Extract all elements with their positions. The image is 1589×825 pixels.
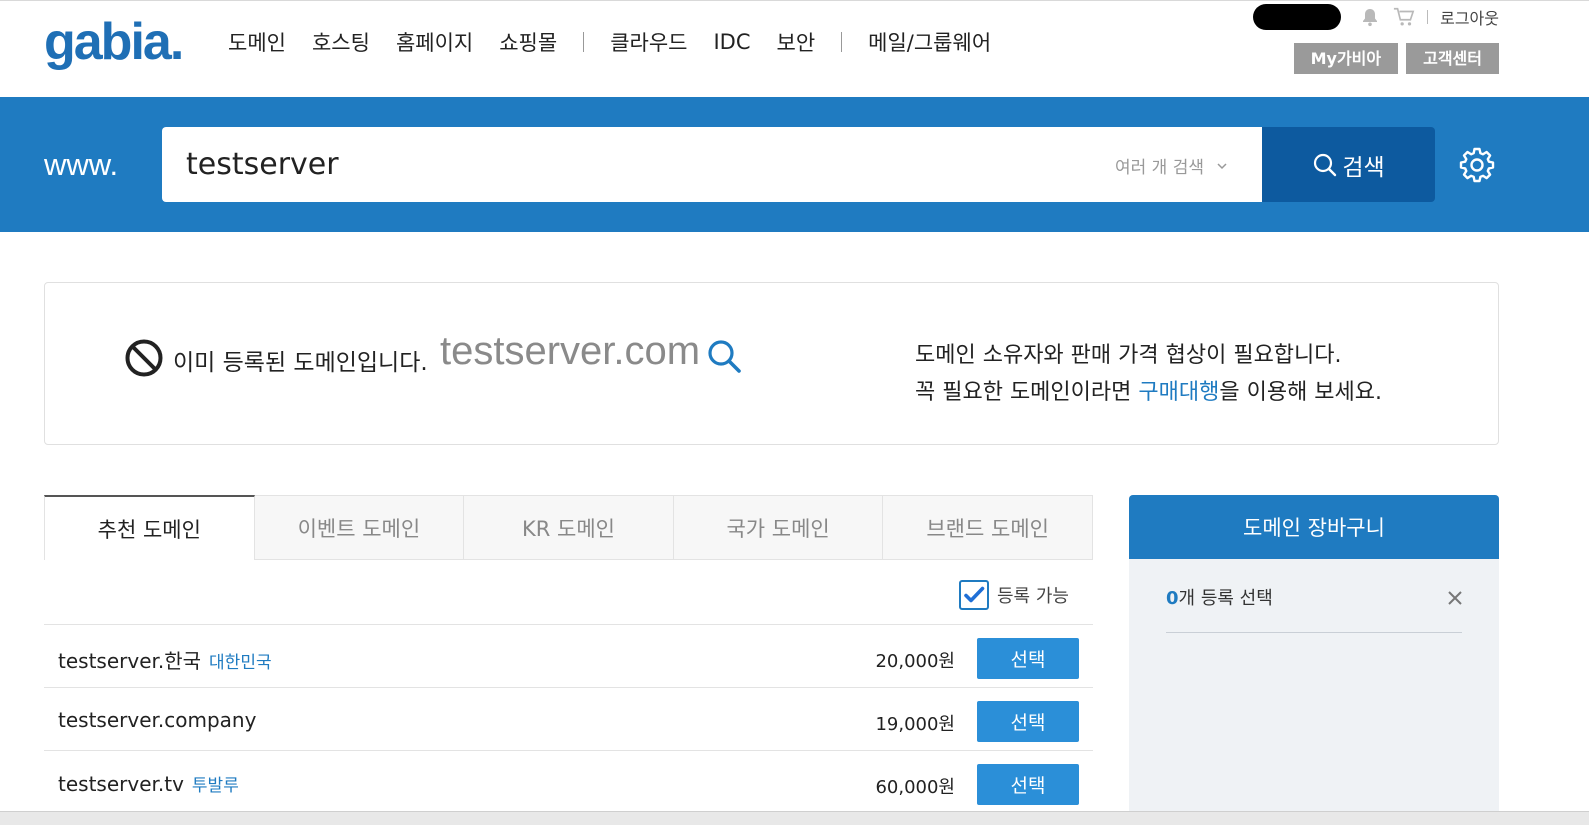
nav-shoppingmall[interactable]: 쇼핑몰 — [499, 27, 557, 57]
search-result-panel: 이미 등록된 도메인입니다. testserver.com 도메인 소유자와 판… — [44, 282, 1499, 445]
domain-search-input[interactable] — [186, 127, 1066, 202]
domain-cart: 도메인 장바구니 0개 등록 선택 — [1129, 495, 1499, 825]
search-box: 여러 개 검색 — [162, 127, 1262, 202]
tab-country[interactable]: 국가 도메인 — [673, 495, 884, 560]
nav-divider — [583, 32, 585, 52]
domain-name-text: testserver.tv — [58, 772, 184, 796]
nav-hosting[interactable]: 호스팅 — [312, 27, 370, 57]
utility-divider — [1427, 10, 1429, 24]
select-button[interactable]: 선택 — [977, 638, 1079, 679]
user-name-redacted — [1253, 4, 1342, 30]
logo-dot: . — [169, 13, 185, 71]
gabia-logo[interactable]: gabia. — [44, 13, 185, 71]
cart-icon[interactable] — [1393, 6, 1415, 28]
negotiation-line-1: 도메인 소유자와 판매 가격 협상이 필요합니다. — [915, 343, 1342, 368]
available-filter[interactable]: 등록 가능 — [959, 580, 1069, 610]
nav-mail-groupware[interactable]: 메일/그룹웨어 — [868, 27, 991, 57]
gear-icon[interactable] — [1458, 146, 1496, 184]
logo-text: gabia — [44, 13, 172, 71]
domain-name-text: testserver.한국 — [58, 649, 202, 673]
cart-count-label: 개 등록 선택 — [1178, 588, 1273, 609]
www-prefix: www. — [44, 147, 119, 182]
result-domain: testserver.com — [440, 329, 701, 373]
check-icon — [964, 586, 985, 603]
my-gabia-button[interactable]: My가비아 — [1293, 43, 1399, 74]
nav-security[interactable]: 보안 — [777, 27, 816, 57]
domain-price: 60,000원 — [875, 777, 955, 798]
tab-kr[interactable]: KR 도메인 — [464, 495, 674, 560]
table-row: testserver.한국 대한민국 20,000원 선택 — [44, 624, 1093, 687]
tab-recommended[interactable]: 추천 도메인 — [44, 495, 255, 560]
search-band: www. 여러 개 검색 검색 — [0, 97, 1589, 232]
cart-count: 0개 등록 선택 — [1166, 584, 1273, 610]
domain-name-text: testserver.company — [58, 708, 257, 732]
bell-icon[interactable] — [1359, 6, 1381, 28]
table-row: testserver.company 19,000원 선택 — [44, 687, 1093, 750]
nav-domain[interactable]: 도메인 — [228, 27, 286, 57]
negotiation-text: 을 이용해 보세요. — [1219, 380, 1383, 405]
search-button-label: 검색 — [1342, 154, 1385, 181]
multi-search-label: 여러 개 검색 — [1114, 158, 1204, 178]
utility-buttons: My가비아 고객센터 — [1293, 43, 1499, 74]
close-icon[interactable] — [1444, 587, 1466, 609]
select-button[interactable]: 선택 — [977, 701, 1079, 742]
search-icon — [1314, 153, 1337, 176]
domain-country: 대한민국 — [209, 653, 272, 673]
domain-price: 19,000원 — [875, 714, 955, 735]
domain-name: testserver.company — [58, 708, 256, 732]
logout-link[interactable]: 로그아웃 — [1440, 5, 1499, 29]
available-filter-label: 등록 가능 — [997, 586, 1069, 607]
customer-center-button[interactable]: 고객센터 — [1406, 43, 1499, 74]
cart-count-number: 0 — [1166, 588, 1179, 609]
global-nav: 도메인 호스팅 홈페이지 쇼핑몰 클라우드 IDC 보안 메일/그룹웨어 — [228, 26, 1017, 58]
top-border — [0, 0, 1589, 1]
search-button[interactable]: 검색 — [1262, 127, 1435, 202]
tab-brand[interactable]: 브랜드 도메인 — [883, 495, 1093, 560]
domain-country: 투발루 — [191, 776, 239, 796]
utility-bar: 로그아웃 — [1253, 4, 1499, 30]
nav-divider — [841, 32, 843, 52]
nav-cloud[interactable]: 클라우드 — [610, 27, 687, 57]
tab-event[interactable]: 이벤트 도메인 — [254, 495, 465, 560]
select-button[interactable]: 선택 — [977, 764, 1079, 805]
nav-idc[interactable]: IDC — [713, 30, 750, 54]
negotiation-line-2: 꼭 필요한 도메인이라면 구매대행을 이용해 보세요. — [915, 374, 1382, 411]
domain-price: 20,000원 — [875, 651, 955, 672]
available-checkbox[interactable] — [959, 580, 989, 610]
domain-name: testserver.tv 투발루 — [58, 771, 239, 796]
negotiation-text: 꼭 필요한 도메인이라면 — [915, 380, 1139, 405]
prohibited-icon — [125, 339, 163, 377]
nav-homepage[interactable]: 홈페이지 — [396, 27, 473, 57]
registered-status: 이미 등록된 도메인입니다. — [173, 350, 428, 376]
search-icon[interactable] — [706, 338, 744, 376]
table-row: testserver.tv 투발루 60,000원 선택 — [44, 750, 1093, 813]
cart-title: 도메인 장바구니 — [1129, 495, 1499, 559]
horizontal-scrollbar[interactable] — [0, 811, 1589, 825]
purchase-agency-link[interactable]: 구매대행 — [1138, 380, 1219, 405]
cart-divider — [1166, 632, 1462, 633]
domain-tabs: 추천 도메인 이벤트 도메인 KR 도메인 국가 도메인 브랜드 도메인 — [44, 495, 1093, 560]
chevron-down-icon — [1217, 162, 1227, 169]
multi-search-toggle[interactable]: 여러 개 검색 — [1115, 153, 1228, 178]
negotiation-message: 도메인 소유자와 판매 가격 협상이 필요합니다. 꼭 필요한 도메인이라면 구… — [915, 337, 1382, 411]
domain-list: testserver.한국 대한민국 20,000원 선택 testserver.… — [44, 624, 1093, 813]
domain-name: testserver.한국 대한민국 — [58, 645, 272, 674]
